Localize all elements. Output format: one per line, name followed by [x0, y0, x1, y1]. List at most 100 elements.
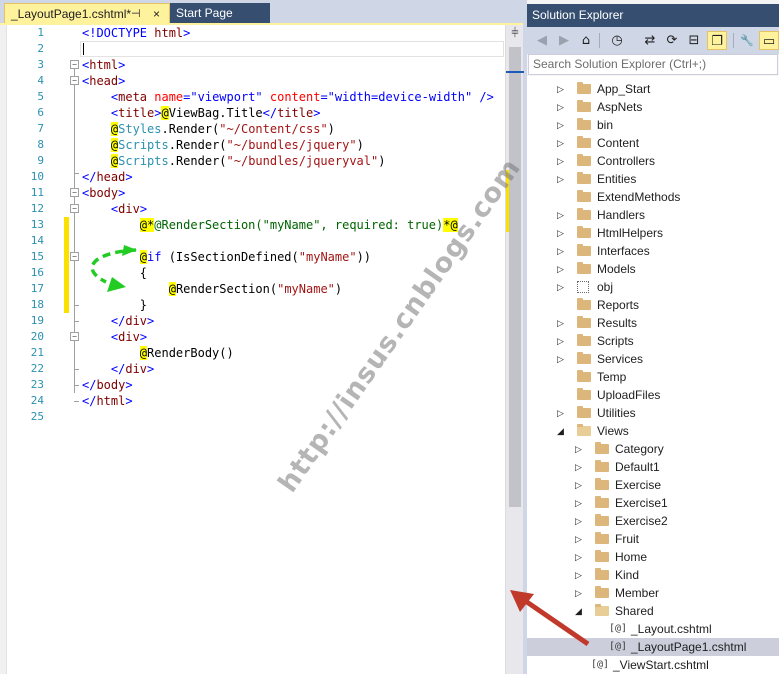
folder-icon	[595, 586, 609, 598]
tree-item-default1[interactable]: ▷ Default1	[527, 458, 779, 476]
collapsed-chevron-icon[interactable]: ▷	[557, 404, 567, 422]
line-number: 22	[30, 362, 44, 375]
collapsed-chevron-icon[interactable]: ▷	[557, 152, 567, 170]
show-all-files-icon[interactable]: ❐	[707, 31, 727, 50]
tree-item-utilities[interactable]: ▷ Utilities	[527, 404, 779, 422]
pin-icon[interactable]: ⊣	[131, 4, 141, 24]
collapsed-chevron-icon[interactable]: ▷	[557, 260, 567, 278]
tree-item-entities[interactable]: ▷ Entities	[527, 170, 779, 188]
collapse-toggle[interactable]: −	[70, 60, 79, 69]
collapsed-chevron-icon[interactable]: ▷	[557, 116, 567, 134]
properties-icon[interactable]: 🔧	[738, 31, 756, 50]
collapsed-chevron-icon[interactable]: ▷	[575, 440, 585, 458]
tree-item-reports[interactable]: Reports	[527, 296, 779, 314]
tree-item-obj[interactable]: ▷ obj	[527, 278, 779, 296]
tree-item-fruit[interactable]: ▷ Fruit	[527, 530, 779, 548]
folder-icon	[577, 388, 591, 400]
expanded-chevron-icon[interactable]: ◢	[557, 422, 567, 440]
collapsed-chevron-icon[interactable]: ▷	[575, 458, 585, 476]
scrollbar-thumb[interactable]	[509, 47, 521, 507]
split-window-icon[interactable]: ⫩	[508, 27, 522, 41]
tree-item-exercise2[interactable]: ▷ Exercise2	[527, 512, 779, 530]
tree-item-services[interactable]: ▷ Services	[527, 350, 779, 368]
code-line: 20 − <div>	[0, 329, 505, 345]
tree-item-content[interactable]: ▷ Content	[527, 134, 779, 152]
code-line: 16 {	[0, 265, 505, 281]
collapsed-chevron-icon[interactable]: ▷	[575, 566, 585, 584]
collapsed-chevron-icon[interactable]: ▷	[575, 548, 585, 566]
collapsed-chevron-icon[interactable]: ▷	[575, 530, 585, 548]
tree-item-aspnets[interactable]: ▷ AspNets	[527, 98, 779, 116]
tree-item-controllers[interactable]: ▷ Controllers	[527, 152, 779, 170]
collapsed-chevron-icon[interactable]: ▷	[557, 350, 567, 368]
close-icon[interactable]: ×	[153, 4, 160, 24]
collapsed-chevron-icon[interactable]: ▷	[557, 242, 567, 260]
line-number: 11	[30, 186, 44, 199]
folder-icon	[595, 478, 609, 490]
preview-selected-items-icon[interactable]: ▭	[759, 31, 779, 50]
editor-vertical-scrollbar[interactable]: ⫩	[505, 25, 524, 674]
collapsed-chevron-icon[interactable]: ▷	[557, 170, 567, 188]
tree-item-extendmethods[interactable]: ExtendMethods	[527, 188, 779, 206]
tree-item-app-start[interactable]: ▷ App_Start	[527, 80, 779, 98]
tree-item-interfaces[interactable]: ▷ Interfaces	[527, 242, 779, 260]
collapse-toggle[interactable]: −	[70, 204, 79, 213]
tree-item-member[interactable]: ▷ Member	[527, 584, 779, 602]
expanded-chevron-icon[interactable]: ◢	[575, 602, 585, 620]
collapsed-chevron-icon[interactable]: ▷	[557, 332, 567, 350]
tree-item-label: Utilities	[597, 406, 636, 420]
collapsed-chevron-icon[interactable]: ▷	[557, 278, 567, 296]
tree-item-viewstart-cshtml[interactable]: [@] _ViewStart.cshtml	[527, 656, 779, 674]
refresh-icon[interactable]: ⟳	[663, 31, 681, 50]
tree-item-home[interactable]: ▷ Home	[527, 548, 779, 566]
tree-item-layout-cshtml[interactable]: [@] _Layout.cshtml	[527, 620, 779, 638]
code-line: 24 </html>	[0, 393, 505, 409]
tab-layoutpage1[interactable]: _LayoutPage1.cshtml* ⊣ ×	[4, 3, 170, 23]
code-area[interactable]: 1 <!DOCTYPE html> 2 3 − <html> 4 − <head…	[0, 25, 523, 674]
tree-item-shared[interactable]: ◢ Shared	[527, 602, 779, 620]
tree-item-layoutpage1-cshtml[interactable]: [@] _LayoutPage1.cshtml	[527, 638, 779, 656]
collapse-toggle[interactable]: −	[70, 76, 79, 85]
collapsed-chevron-icon[interactable]: ▷	[557, 224, 567, 242]
tree-item-results[interactable]: ▷ Results	[527, 314, 779, 332]
collapsed-chevron-icon[interactable]: ▷	[557, 206, 567, 224]
solution-explorer-search-input[interactable]: Search Solution Explorer (Ctrl+;)	[528, 54, 778, 75]
collapsed-chevron-icon[interactable]: ▷	[557, 80, 567, 98]
collapse-all-icon[interactable]: ⊟	[685, 31, 703, 50]
collapse-toggle[interactable]: −	[70, 188, 79, 197]
collapsed-chevron-icon[interactable]: ▷	[557, 98, 567, 116]
tree-item-exercise[interactable]: ▷ Exercise	[527, 476, 779, 494]
home-icon[interactable]: ⌂	[577, 31, 595, 50]
collapse-toggle[interactable]: −	[70, 332, 79, 341]
folder-icon	[577, 136, 591, 148]
collapsed-chevron-icon[interactable]: ▷	[575, 494, 585, 512]
tree-item-views[interactable]: ◢ Views	[527, 422, 779, 440]
collapsed-chevron-icon[interactable]: ▷	[575, 512, 585, 530]
tree-item-exercise1[interactable]: ▷ Exercise1	[527, 494, 779, 512]
tree-item-label: bin	[597, 118, 614, 132]
back-icon[interactable]: ◀	[533, 31, 551, 50]
pending-changes-filter-icon[interactable]: ◷	[605, 31, 629, 50]
collapsed-chevron-icon[interactable]: ▷	[557, 314, 567, 332]
line-number: 19	[30, 314, 44, 327]
tree-item-temp[interactable]: Temp	[527, 368, 779, 386]
tab-start-page[interactable]: Start Page	[170, 3, 270, 23]
tree-item-kind[interactable]: ▷ Kind	[527, 566, 779, 584]
tree-item-htmlhelpers[interactable]: ▷ HtmlHelpers	[527, 224, 779, 242]
tree-item-bin[interactable]: ▷ bin	[527, 116, 779, 134]
collapsed-chevron-icon[interactable]: ▷	[557, 134, 567, 152]
tree-item-scripts[interactable]: ▷ Scripts	[527, 332, 779, 350]
collapse-toggle[interactable]: −	[70, 252, 79, 261]
tree-item-uploadfiles[interactable]: UploadFiles	[527, 386, 779, 404]
forward-icon[interactable]: ▶	[555, 31, 573, 50]
folder-icon	[577, 154, 591, 166]
collapsed-chevron-icon[interactable]: ▷	[575, 476, 585, 494]
sync-with-document-icon[interactable]: ⇄	[641, 31, 659, 50]
code-line: 12 − <div>	[0, 201, 505, 217]
tree-item-handlers[interactable]: ▷ Handlers	[527, 206, 779, 224]
tree-item-label: Exercise2	[615, 514, 668, 528]
tree-item-models[interactable]: ▷ Models	[527, 260, 779, 278]
tree-item-category[interactable]: ▷ Category	[527, 440, 779, 458]
collapsed-chevron-icon[interactable]: ▷	[575, 584, 585, 602]
open-folder-icon	[595, 604, 609, 616]
